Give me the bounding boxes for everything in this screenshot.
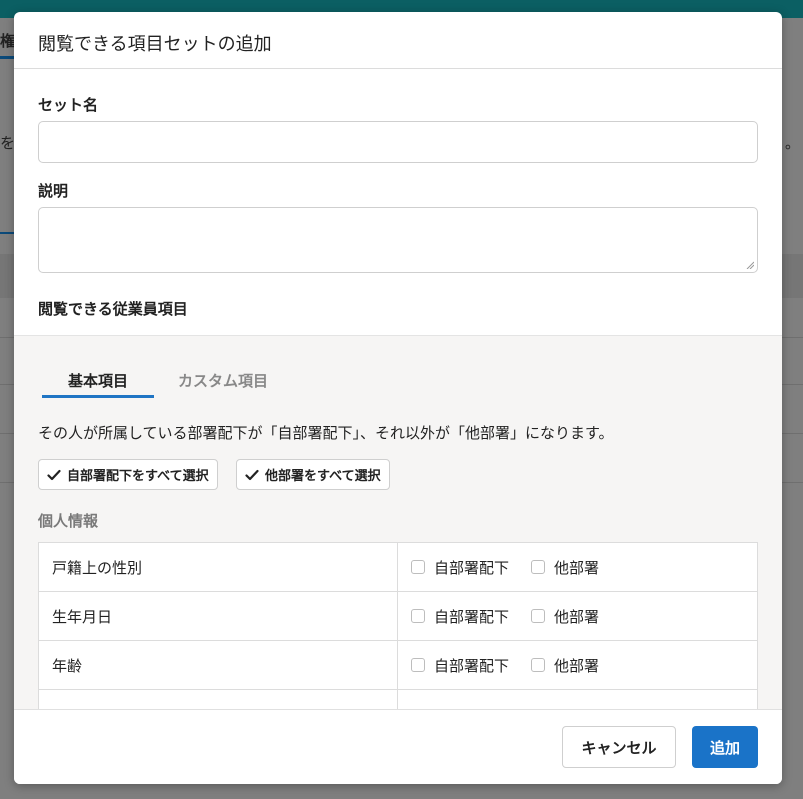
description-textarea[interactable]: [38, 207, 758, 273]
table-row: 戸籍上の性別 自部署配下 他部署: [39, 543, 757, 592]
dialog-title: 閲覧できる項目セットの追加: [38, 34, 272, 55]
add-button[interactable]: 追加: [692, 726, 758, 768]
check-icon: [245, 469, 259, 481]
dialog-footer: キャンセル 追加: [14, 709, 782, 784]
select-all-other-department-button[interactable]: 他部署をすべて選択: [236, 459, 390, 490]
check-icon: [47, 469, 61, 481]
set-name-input[interactable]: [38, 121, 758, 163]
background-tab-fragment: 権: [0, 32, 16, 50]
other-department-option[interactable]: 他部署: [531, 655, 599, 676]
item-name: 年齢: [39, 641, 398, 689]
table-row: 年齢 自部署配下 他部署: [39, 641, 757, 690]
select-all-other-label: 他部署をすべて選択: [265, 469, 381, 484]
select-all-own-department-button[interactable]: 自部署配下をすべて選択: [38, 459, 218, 490]
option-label: 自部署配下: [434, 656, 510, 675]
own-department-option[interactable]: 自部署配下: [411, 557, 509, 578]
option-label: 自部署配下: [434, 558, 510, 577]
select-all-own-label: 自部署配下をすべて選択: [67, 469, 209, 484]
other-department-checkbox[interactable]: [531, 560, 546, 574]
background-tab-underline: [0, 56, 14, 59]
own-department-checkbox[interactable]: [411, 609, 425, 623]
active-tab-indicator: [42, 395, 154, 398]
permission-options: 自部署配下 他部署: [398, 641, 757, 689]
set-name-label: セット名: [38, 96, 99, 114]
own-department-checkbox[interactable]: [411, 658, 425, 672]
background-text-fragment-left: を: [0, 134, 16, 152]
description-label: 説明: [38, 182, 69, 200]
option-label: 自部署配下: [434, 607, 510, 626]
other-department-checkbox[interactable]: [531, 609, 546, 623]
option-label: 他部署: [554, 607, 600, 626]
permission-options: 自部署配下 他部署: [398, 592, 757, 640]
employee-items-label: 閲覧できる従業員項目: [38, 300, 188, 318]
table-row: 生年月日 自部署配下 他部署: [39, 592, 757, 641]
cancel-button[interactable]: キャンセル: [562, 726, 676, 768]
permission-options: 自部署配下 他部署: [398, 543, 757, 591]
tab-custom-items[interactable]: カスタム項目: [178, 370, 268, 391]
own-department-option[interactable]: 自部署配下: [411, 606, 509, 627]
add-item-set-dialog: 閲覧できる項目セットの追加 セット名 説明 閲覧できる従業員項目 基本項目 カス…: [14, 12, 782, 784]
background-text-fragment-right: 。: [785, 134, 801, 152]
other-department-option[interactable]: 他部署: [531, 606, 599, 627]
background-active-indicator: [0, 232, 14, 234]
other-department-option[interactable]: 他部署: [531, 557, 599, 578]
other-department-checkbox[interactable]: [531, 658, 546, 672]
scope-explanation: その人が所属している部署配下が「自部署配下」、それ以外が「他部署」になります。: [38, 424, 614, 442]
item-selection-panel: 基本項目 カスタム項目 その人が所属している部署配下が「自部署配下」、それ以外が…: [14, 335, 782, 740]
dialog-header: 閲覧できる項目セットの追加: [14, 12, 782, 69]
own-department-checkbox[interactable]: [411, 560, 425, 574]
section-heading-personal-info: 個人情報: [38, 512, 99, 530]
tab-basic-items[interactable]: 基本項目: [42, 370, 154, 391]
item-name: 生年月日: [39, 592, 398, 640]
item-name: 戸籍上の性別: [39, 543, 398, 591]
own-department-option[interactable]: 自部署配下: [411, 655, 509, 676]
resize-grip-icon[interactable]: [746, 261, 754, 269]
option-label: 他部署: [554, 656, 600, 675]
option-label: 他部署: [554, 558, 600, 577]
